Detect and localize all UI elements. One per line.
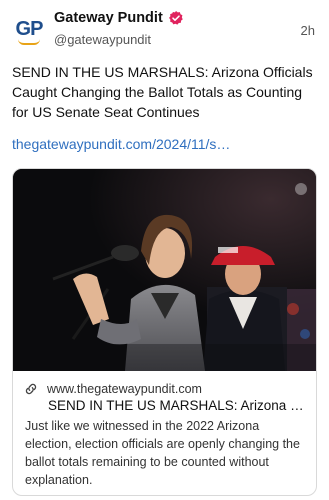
card-description: Just like we witnessed in the 2022 Arizo… [25, 419, 300, 487]
author-handle[interactable]: @gatewaypundit [54, 32, 151, 47]
avatar[interactable]: GP [12, 12, 46, 46]
author-display-name[interactable]: Gateway Pundit [54, 10, 163, 26]
post-timestamp[interactable]: 2h [301, 23, 315, 38]
card-title[interactable]: SEND IN THE US MARSHALS: Arizona Officia… [48, 398, 306, 413]
logo-swoosh-icon [18, 39, 40, 45]
verified-badge-icon [168, 11, 183, 25]
gp-logo: GP [15, 17, 44, 40]
news-photo[interactable] [13, 169, 316, 371]
domain-row: www.thegatewaypundit.com [23, 381, 202, 397]
post-header: GP Gateway Pundit @gatewaypundit 2h [12, 10, 317, 54]
link-icon [25, 383, 37, 395]
card-domain: www.thegatewaypundit.com [47, 382, 202, 396]
post-link[interactable]: thegatewaypundit.com/2024/11/s… [12, 136, 230, 152]
link-preview-card[interactable]: www.thegatewaypundit.com SEND IN THE US … [12, 168, 317, 496]
author-name-row: Gateway Pundit [54, 10, 184, 26]
post-text: SEND IN THE US MARSHALS: Arizona Officia… [12, 64, 313, 120]
